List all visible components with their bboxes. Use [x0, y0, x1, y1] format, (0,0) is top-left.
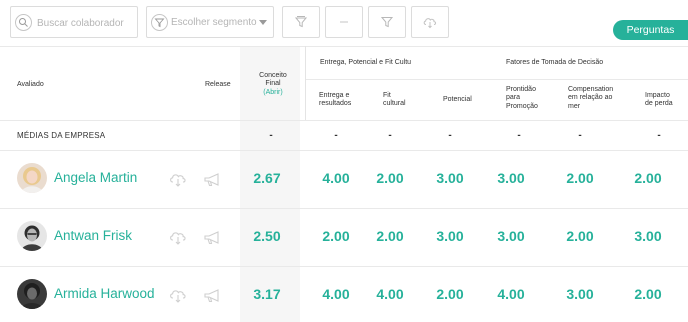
cloud-download-icon[interactable] [168, 287, 188, 303]
header-prontidao[interactable]: Prontidão para Promoção [506, 86, 538, 111]
score-compensation: 3.00 [566, 286, 594, 302]
header-group-fatores: Fatores de Tomada de Decisão [506, 59, 604, 66]
header-impacto[interactable]: Impacto de perda [645, 92, 673, 109]
score-compensation: 2.00 [566, 170, 594, 186]
cloud-download-icon[interactable] [168, 171, 188, 187]
header-avaliado[interactable]: Avaliado [17, 81, 44, 89]
score-fit: 2.00 [376, 170, 404, 186]
average-value: - [517, 130, 521, 141]
abrir-link[interactable]: (Abrir) [250, 89, 296, 97]
header-fit-l1: Fit [383, 92, 391, 99]
minus-icon [340, 21, 348, 23]
final-score[interactable]: 3.17 [243, 286, 291, 302]
header-compensation[interactable]: Compensation em relação ao mer [568, 86, 613, 111]
header-fit[interactable]: Fit cultural [383, 92, 406, 109]
header-comp-l1: Compensation [568, 86, 614, 93]
score-prontidao: 4.00 [497, 286, 525, 302]
header-impacto-l2: de perda [645, 100, 673, 108]
final-score[interactable]: 2.67 [243, 170, 291, 186]
header-entrega[interactable]: Entrega e resultados [319, 92, 351, 109]
avatar[interactable] [17, 221, 47, 251]
score-compensation: 2.00 [566, 228, 594, 244]
score-potencial: 3.00 [436, 228, 464, 244]
score-impacto: 2.00 [634, 170, 662, 186]
perguntas-button[interactable]: Perguntas [613, 20, 688, 40]
average-value: - [388, 130, 392, 141]
chevron-down-icon [259, 20, 267, 25]
score-prontidao: 3.00 [497, 228, 525, 244]
table-row[interactable]: Armida Harwood 3.17 4.00 4.00 2.00 4.00 … [0, 266, 688, 322]
segment-filter-icon [151, 14, 168, 31]
header-conceito-final[interactable]: Conceito Final (Abrir) [250, 72, 296, 97]
header-fit-l2: cultural [383, 100, 406, 108]
header-potencial[interactable]: Potencial [443, 96, 472, 104]
average-value: - [269, 130, 273, 141]
header-conceito-line1: Conceito [259, 72, 287, 79]
filter-button[interactable] [368, 6, 406, 38]
header-prontidao-l2: para [506, 94, 521, 102]
search-input[interactable] [37, 15, 133, 31]
clear-filter-button[interactable] [282, 6, 320, 38]
header-entrega-l2: resultados [319, 100, 352, 108]
average-value: - [578, 130, 582, 141]
search-box[interactable] [10, 6, 138, 38]
employee-name[interactable]: Armida Harwood [54, 286, 155, 301]
segment-placeholder: Escolher segmento [171, 17, 257, 28]
table-divider [0, 46, 688, 47]
employee-name[interactable]: Angela Martin [54, 170, 137, 185]
score-potencial: 3.00 [436, 170, 464, 186]
megaphone-icon[interactable] [203, 230, 223, 246]
megaphone-icon[interactable] [203, 172, 223, 188]
cloud-download-icon [423, 18, 437, 29]
table-row[interactable]: Angela Martin 2.67 4.00 2.00 3.00 3.00 2… [0, 150, 688, 208]
final-score[interactable]: 2.50 [243, 228, 291, 244]
score-entrega: 4.00 [322, 286, 350, 302]
score-fit: 2.00 [376, 228, 404, 244]
download-button[interactable] [411, 6, 449, 38]
header-impacto-l1: Impacto [645, 92, 670, 99]
filter-clear-icon [294, 16, 308, 28]
avatar[interactable] [17, 163, 47, 193]
score-impacto: 3.00 [634, 228, 662, 244]
score-entrega: 2.00 [322, 228, 350, 244]
table-divider [0, 120, 688, 121]
search-icon [15, 14, 32, 31]
table-row[interactable]: Antwan Frisk 2.50 2.00 2.00 3.00 3.00 2.… [0, 208, 688, 266]
employee-name[interactable]: Antwan Frisk [54, 228, 132, 243]
evaluation-table: Avaliado Release Conceito Final (Abrir) … [0, 46, 688, 322]
average-value: - [334, 130, 338, 141]
funnel-icon [380, 17, 394, 28]
header-conceito-line2: Final [265, 80, 281, 88]
header-group-entrega: Entrega, Potencial e Fit Cultu [320, 59, 412, 66]
header-release[interactable]: Release [205, 81, 231, 89]
score-impacto: 2.00 [634, 286, 662, 302]
score-entrega: 4.00 [322, 170, 350, 186]
score-fit: 4.00 [376, 286, 404, 302]
score-potencial: 2.00 [436, 286, 464, 302]
header-comp-l3: mer [568, 102, 581, 110]
toolbar: Escolher segmento Perguntas [0, 0, 688, 46]
segment-select[interactable]: Escolher segmento [146, 6, 274, 38]
collapse-button[interactable] [325, 6, 363, 38]
header-entrega-l1: Entrega e [319, 92, 350, 99]
header-comp-l2: em relação ao [568, 94, 613, 102]
header-prontidao-l3: Promoção [506, 102, 538, 110]
cloud-download-icon[interactable] [168, 229, 188, 245]
average-value: - [657, 130, 661, 141]
avatar[interactable] [17, 279, 47, 309]
company-average-label: MÉDIAS DA EMPRESA [17, 131, 106, 140]
average-value: - [448, 130, 452, 141]
score-prontidao: 3.00 [497, 170, 525, 186]
column-divider [305, 46, 306, 120]
megaphone-icon[interactable] [203, 288, 223, 304]
header-prontidao-l1: Prontidão [506, 86, 536, 93]
group-divider [305, 79, 688, 80]
